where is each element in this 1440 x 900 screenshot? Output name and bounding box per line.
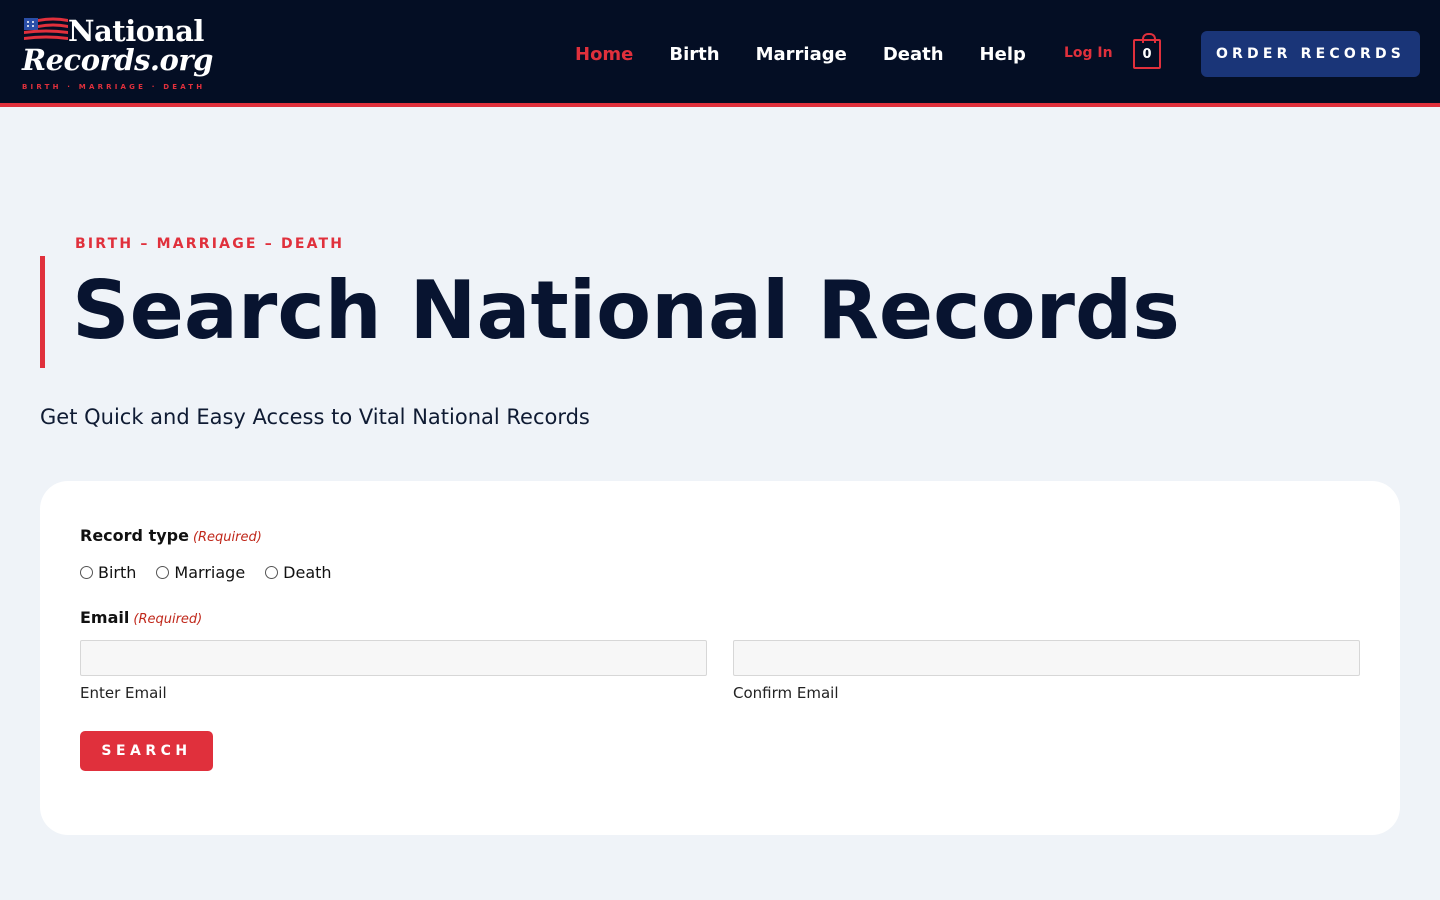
logo-wordmark-line2: Records.org xyxy=(22,43,213,77)
required-indicator: (Required) xyxy=(192,530,262,545)
site-header: National Records.org BIRTH · MARRIAGE · … xyxy=(0,0,1440,107)
record-type-label: Record type (Required) xyxy=(80,526,262,545)
login-link[interactable]: Log In xyxy=(1064,45,1113,61)
radio-option-death[interactable]: Death xyxy=(265,563,332,582)
radio-death[interactable] xyxy=(265,566,279,579)
radio-marriage[interactable] xyxy=(156,566,170,579)
hero-eyebrow: BIRTH – MARRIAGE – DEATH xyxy=(75,236,345,252)
email-label-text: Email xyxy=(80,608,130,627)
record-type-label-text: Record type xyxy=(80,526,189,545)
nav-marriage[interactable]: Marriage xyxy=(756,44,847,65)
page-subtitle: Get Quick and Easy Access to Vital Natio… xyxy=(40,405,590,429)
radio-label-birth[interactable]: Birth xyxy=(98,563,136,582)
us-flag-icon xyxy=(24,17,68,40)
search-button[interactable]: SEARCH xyxy=(80,731,213,771)
nav-home[interactable]: Home xyxy=(575,44,633,65)
radio-option-marriage[interactable]: Marriage xyxy=(156,563,245,582)
page-title: Search National Records xyxy=(72,264,1180,357)
site-logo[interactable]: National Records.org BIRTH · MARRIAGE · … xyxy=(22,14,213,94)
radio-label-marriage[interactable]: Marriage xyxy=(174,563,245,582)
enter-email-sublabel: Enter Email xyxy=(80,684,167,702)
email-label: Email (Required) xyxy=(80,608,202,627)
email-field[interactable] xyxy=(80,640,707,676)
hero-accent-bar xyxy=(40,256,45,368)
radio-option-birth[interactable]: Birth xyxy=(80,563,136,582)
cart-count: 0 xyxy=(1142,46,1152,62)
main-nav: Home Birth Marriage Death Help xyxy=(575,42,1062,66)
nav-help[interactable]: Help xyxy=(980,44,1026,65)
order-records-button[interactable]: ORDER RECORDS xyxy=(1201,31,1420,77)
search-form-card: Record type (Required) Birth Marriage Dea… xyxy=(40,481,1400,835)
radio-birth[interactable] xyxy=(80,566,93,579)
shopping-bag-icon[interactable]: 0 xyxy=(1133,33,1161,69)
nav-death[interactable]: Death xyxy=(883,44,944,65)
required-indicator: (Required) xyxy=(133,612,203,627)
radio-label-death[interactable]: Death xyxy=(283,563,331,582)
confirm-email-sublabel: Confirm Email xyxy=(733,684,839,702)
nav-birth[interactable]: Birth xyxy=(669,44,719,65)
confirm-email-field[interactable] xyxy=(733,640,1360,676)
logo-tagline: BIRTH · MARRIAGE · DEATH xyxy=(22,83,206,91)
record-type-radio-group: Birth Marriage Death xyxy=(80,563,352,582)
